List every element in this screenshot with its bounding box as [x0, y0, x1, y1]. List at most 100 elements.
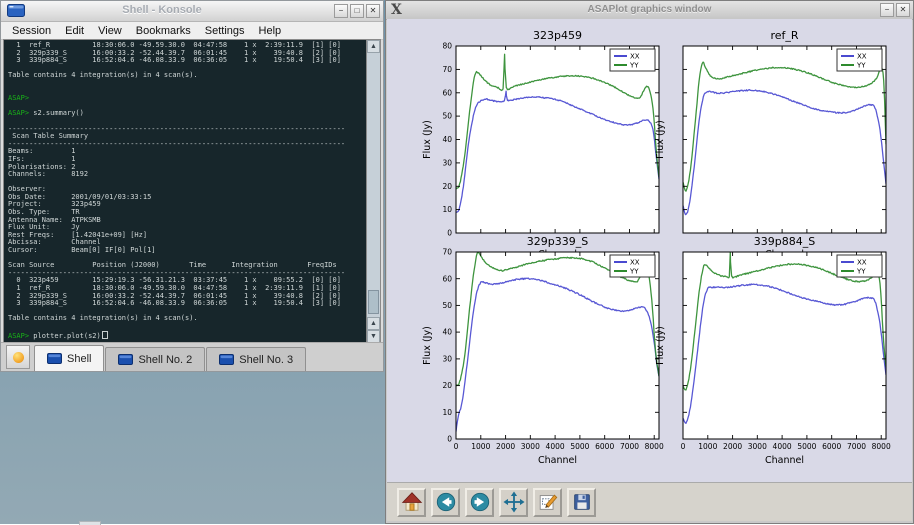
- toolbar-forward-button[interactable]: [465, 488, 494, 517]
- tab-label: Shell: [67, 353, 91, 365]
- chart-title: 339p884_S: [754, 235, 815, 248]
- konsole-window-controls: − □ ✕: [334, 4, 380, 18]
- x-tick-label: 4000: [773, 442, 792, 451]
- y-tick-label: 80: [442, 42, 452, 51]
- pan-icon: [503, 491, 525, 513]
- minimize-button[interactable]: −: [334, 4, 348, 18]
- chart-ref_R: ref_RChannelFlux (Jy)XXYY: [655, 29, 886, 260]
- x-tick-label: 3000: [748, 442, 767, 451]
- konsole-window-title: Shell - Konsole: [1, 4, 323, 16]
- legend-label: YY: [856, 268, 866, 276]
- forward-icon: [469, 491, 491, 513]
- y-axis-label: Flux (Jy): [422, 326, 433, 365]
- x-tick-label: 2000: [496, 442, 515, 451]
- text-cursor: [102, 331, 108, 339]
- terminal-line: ASAP> plotter.plot(s2): [8, 331, 366, 341]
- y-tick-label: 60: [442, 88, 452, 97]
- desktop: Shell - Konsole − □ ✕ Session Edit View …: [0, 0, 914, 524]
- y-tick-label: 10: [442, 205, 452, 214]
- home-icon: [401, 491, 423, 513]
- legend-label: XX: [630, 259, 640, 267]
- konsole-menubar: Session Edit View Bookmarks Settings Hel…: [1, 22, 383, 40]
- y-tick-label: 50: [442, 301, 452, 310]
- terminal-line: ASAP>: [8, 95, 366, 103]
- legend-label: YY: [856, 62, 866, 70]
- y-tick-label: 30: [442, 159, 452, 168]
- terminal-icon: [118, 354, 133, 365]
- legend-label: YY: [629, 62, 639, 70]
- x-axis-label: Channel: [538, 455, 577, 466]
- new-session-button[interactable]: [6, 345, 30, 369]
- y-tick-label: 40: [442, 135, 452, 144]
- toolbar-zoom-rect-button[interactable]: [533, 488, 562, 517]
- terminal-line: [8, 88, 366, 96]
- menu-edit[interactable]: Edit: [58, 25, 91, 37]
- legend-label: XX: [857, 53, 867, 61]
- tab-shell-3[interactable]: Shell No. 3: [206, 347, 306, 371]
- toolbar-pan-button[interactable]: [499, 488, 528, 517]
- terminal-output[interactable]: 1 ref_R 18:30:06.0 -49.59.30.0 04:47:58 …: [4, 40, 366, 343]
- x-tick-label: 6000: [595, 442, 614, 451]
- x-tick-label: 8000: [645, 442, 664, 451]
- terminal-frame: 1 ref_R 18:30:06.0 -49.59.30.0 04:47:58 …: [3, 39, 381, 344]
- y-tick-label: 40: [442, 328, 452, 337]
- terminal-line: ASAP> s2.summary(): [8, 110, 366, 118]
- x-tick-label: 8000: [872, 442, 891, 451]
- chart-title: ref_R: [770, 29, 798, 42]
- terminal-icon: [219, 354, 234, 365]
- menu-session[interactable]: Session: [5, 25, 58, 37]
- asaplot-titlebar[interactable]: X ASAPlot graphics window − ✕: [386, 1, 913, 20]
- konsole-window: Shell - Konsole − □ ✕ Session Edit View …: [0, 0, 384, 372]
- toolbar-home-button[interactable]: [397, 488, 426, 517]
- y-axis-label: Flux (Jy): [422, 120, 433, 159]
- close-button[interactable]: ✕: [366, 4, 380, 18]
- toolbar-back-button[interactable]: [431, 488, 460, 517]
- y-tick-label: 0: [447, 435, 452, 444]
- menu-help[interactable]: Help: [252, 25, 289, 37]
- tab-shell-2[interactable]: Shell No. 2: [105, 347, 205, 371]
- tab-label: Shell No. 2: [138, 354, 192, 366]
- tab-label: Shell No. 3: [239, 354, 293, 366]
- close-button[interactable]: ✕: [896, 3, 910, 17]
- scroll-up-button-bottom[interactable]: ▲: [367, 317, 380, 330]
- minimize-button[interactable]: −: [880, 3, 894, 17]
- terminal-icon: [47, 353, 62, 364]
- y-tick-label: 50: [442, 112, 452, 121]
- chart-329p339_S: 0100020003000400050006000700080000102030…: [422, 235, 664, 466]
- terminal-line: 3 339p884_S 16:52:04.6 -46.08.33.9 06:36…: [8, 57, 366, 65]
- terminal-line: 3 339p884_S 16:52:04.6 -46.08.33.9 06:36…: [8, 300, 366, 308]
- menu-view[interactable]: View: [91, 25, 129, 37]
- y-tick-label: 70: [442, 248, 452, 257]
- x-tick-label: 5000: [570, 442, 589, 451]
- scroll-up-button[interactable]: ▲: [367, 40, 380, 53]
- chart-339p884_S: 010002000300040005000600070008000339p884…: [655, 235, 891, 466]
- tab-shell[interactable]: Shell: [34, 345, 104, 371]
- asaplot-window: X ASAPlot graphics window − ✕ 0 10 20 30 40 5…: [385, 0, 914, 524]
- menu-settings[interactable]: Settings: [198, 25, 252, 37]
- x-tick-label: 1000: [698, 442, 717, 451]
- x-tick-label: 0: [454, 442, 459, 451]
- x-tick-label: 6000: [822, 442, 841, 451]
- chart-title: 329p339_S: [527, 235, 588, 248]
- y-tick-label: 60: [442, 274, 452, 283]
- x-tick-label: 5000: [797, 442, 816, 451]
- axes-background: [456, 46, 659, 233]
- y-tick-label: 20: [442, 182, 452, 191]
- menu-bookmarks[interactable]: Bookmarks: [129, 25, 198, 37]
- new-session-icon: [13, 352, 24, 363]
- konsole-titlebar[interactable]: Shell - Konsole − □ ✕: [1, 1, 383, 22]
- asaplot-window-controls: − ✕: [880, 3, 910, 17]
- x-tick-label: 0: [681, 442, 686, 451]
- y-tick-label: 10: [442, 408, 452, 417]
- figure-area[interactable]: 01020304050607080323p459ChannelFlux (Jy)…: [387, 19, 912, 483]
- chart-323p459: 01020304050607080323p459ChannelFlux (Jy)…: [422, 29, 659, 260]
- maximize-button[interactable]: □: [350, 4, 364, 18]
- terminal-scrollbar[interactable]: ▲ ▲ ▼: [366, 40, 380, 343]
- scrollbar-thumb[interactable]: [368, 290, 379, 314]
- terminal-line: Table contains 4 integration(s) in 4 sca…: [8, 315, 366, 323]
- y-tick-label: 0: [447, 229, 452, 238]
- x-axis-label: Channel: [765, 455, 804, 466]
- toolbar-save-button[interactable]: [567, 488, 596, 517]
- figure-canvas[interactable]: 01020304050607080323p459ChannelFlux (Jy)…: [387, 19, 912, 483]
- legend-label: XX: [857, 259, 867, 267]
